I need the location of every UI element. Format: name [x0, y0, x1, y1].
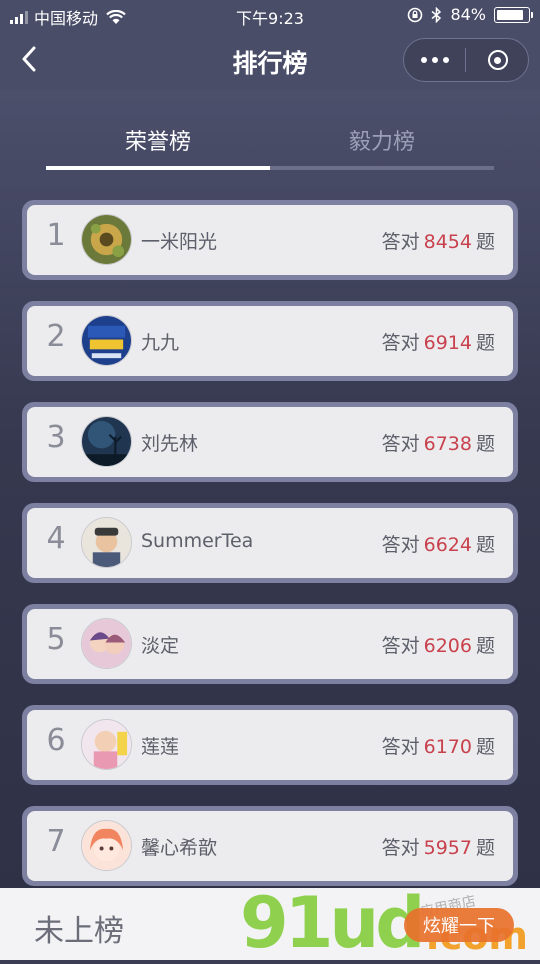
user-name: SummerTea: [141, 530, 254, 552]
score-text: 答对 5957 题: [382, 833, 495, 860]
rank-number: 7: [46, 824, 66, 859]
score-suffix: 题: [475, 534, 495, 556]
rank-card: 6 莲莲 答对 6170 题: [27, 710, 513, 780]
score-suffix: 题: [475, 635, 495, 657]
score-prefix: 答对: [381, 534, 420, 556]
my-rank-status: 未上榜: [34, 914, 124, 949]
rank-card: 3 刘先林 答对 6738 题: [27, 407, 513, 477]
more-button[interactable]: [404, 39, 466, 81]
nav-bar: 排行榜: [0, 30, 540, 90]
mini-program-capsule: [403, 38, 529, 82]
user-name: 九九: [141, 332, 180, 354]
score-text: 答对 6738 题: [382, 429, 495, 456]
user-name: 馨心希歆: [141, 837, 218, 859]
avatar[interactable]: [81, 315, 132, 366]
score-prefix: 答对: [381, 736, 420, 758]
score-prefix: 答对: [381, 635, 420, 657]
rank-number: 5: [46, 622, 66, 657]
rank-row[interactable]: 5 淡定 答对 6206 题: [22, 604, 518, 684]
tab-perseverance[interactable]: 毅力榜: [270, 124, 494, 156]
score-text: 答对 6624 题: [382, 530, 495, 557]
rank-card: 2 九九 答对 6914 题: [27, 306, 513, 376]
rank-list: 1 一米阳光 答对 8454 题 2 九九 答对 6914 题 3 刘先林 答对 6738 题 4 Summer…: [22, 200, 518, 888]
capsule-divider: [465, 48, 466, 72]
user-name: 莲莲: [141, 736, 180, 758]
score-prefix: 答对: [381, 332, 420, 354]
score-suffix: 题: [475, 433, 495, 455]
rank-row[interactable]: 1 一米阳光 答对 8454 题: [22, 200, 518, 280]
score-suffix: 题: [475, 332, 495, 354]
show-off-button[interactable]: 炫耀一下: [404, 908, 514, 942]
score-suffix: 题: [475, 231, 495, 253]
rank-card: 4 SummerTea 答对 6624 题: [27, 508, 513, 578]
score-text: 答对 6914 题: [382, 328, 495, 355]
leaderboard-content: 荣誉榜 毅力榜 1 一米阳光 答对 8454 题 2 九九 答对 6914 题 3 刘先林 答对 6738…: [0, 90, 540, 888]
user-name: 淡定: [141, 635, 180, 657]
rotation-lock-icon: [408, 7, 423, 22]
score-text: 答对 8454 题: [382, 227, 495, 254]
rank-card: 7 馨心希歆 答对 5957 题: [27, 811, 513, 881]
close-mini-program-button[interactable]: [467, 39, 528, 81]
rank-number: 1: [46, 218, 66, 253]
avatar[interactable]: [81, 719, 132, 770]
rank-row[interactable]: 4 SummerTea 答对 6624 题: [22, 503, 518, 583]
avatar[interactable]: [81, 517, 132, 568]
score-text: 答对 6206 题: [382, 631, 495, 658]
rank-number: 4: [46, 521, 66, 556]
score-suffix: 题: [475, 837, 495, 859]
bottom-bar: 未上榜 91ud .com 应用商店 炫耀一下: [0, 888, 540, 960]
score-value: 6170: [423, 736, 472, 758]
user-name: 一米阳光: [141, 231, 218, 253]
rank-row[interactable]: 7 馨心希歆 答对 5957 题: [22, 806, 518, 886]
status-bar: 中国移动 下午9:23 84%: [0, 0, 540, 30]
rank-row[interactable]: 6 莲莲 答对 6170 题: [22, 705, 518, 785]
avatar[interactable]: [81, 820, 132, 871]
score-value: 6738: [423, 433, 472, 455]
rank-card: 5 淡定 答对 6206 题: [27, 609, 513, 679]
battery-icon: [494, 6, 533, 23]
rank-card: 1 一米阳光 答对 8454 题: [27, 205, 513, 275]
battery-percent: 84%: [450, 5, 486, 24]
avatar[interactable]: [81, 618, 132, 669]
rank-row[interactable]: 3 刘先林 答对 6738 题: [22, 402, 518, 482]
score-text: 答对 6170 题: [382, 732, 495, 759]
target-circle-icon: [487, 50, 508, 70]
score-value: 6914: [423, 332, 472, 354]
score-value: 8454: [423, 231, 472, 253]
tab-honor[interactable]: 荣誉榜: [46, 124, 270, 156]
score-prefix: 答对: [381, 433, 420, 455]
avatar[interactable]: [81, 416, 132, 467]
more-dots-icon: [421, 57, 427, 63]
tab-active-indicator: [46, 166, 270, 170]
tab-bar: 荣誉榜 毅力榜: [46, 114, 494, 174]
score-value: 6206: [423, 635, 472, 657]
score-prefix: 答对: [381, 837, 420, 859]
score-suffix: 题: [475, 736, 495, 758]
score-value: 5957: [423, 837, 472, 859]
rank-number: 3: [46, 420, 66, 455]
watermark-brand: 91ud: [240, 882, 425, 964]
rank-number: 2: [46, 319, 66, 354]
status-right: 84%: [407, 5, 533, 24]
avatar[interactable]: [81, 214, 132, 265]
bluetooth-icon: [431, 6, 442, 23]
rank-number: 6: [46, 723, 66, 758]
user-name: 刘先林: [141, 433, 199, 455]
rank-row[interactable]: 2 九九 答对 6914 题: [22, 301, 518, 381]
score-value: 6624: [423, 534, 472, 556]
score-prefix: 答对: [381, 231, 420, 253]
